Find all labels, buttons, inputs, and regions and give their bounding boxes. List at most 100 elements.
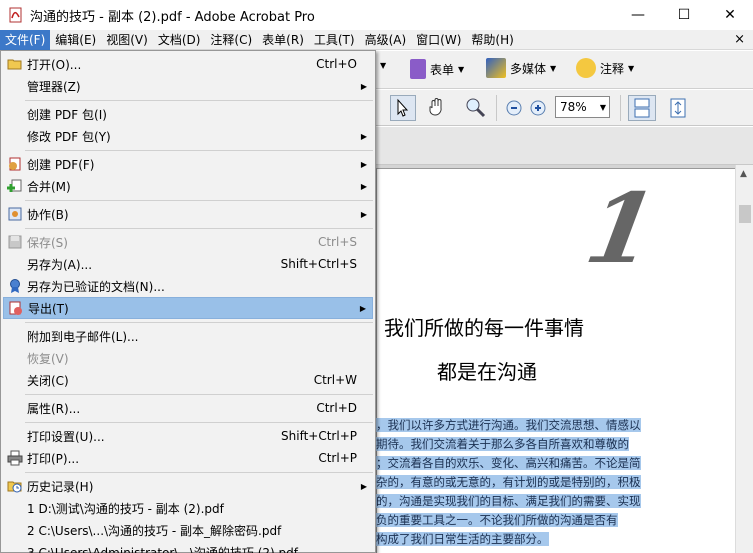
multimedia-button[interactable]: 多媒体 ▼	[486, 58, 556, 78]
history-clock-icon	[7, 478, 23, 494]
multimedia-label: 多媒体	[510, 61, 547, 76]
menu-item-print-setup[interactable]: 打印设置(U)... Shift+Ctrl+P	[3, 425, 373, 447]
comment-icon	[576, 58, 596, 78]
menu-item-properties[interactable]: 属性(R)... Ctrl+D	[3, 397, 373, 419]
text-line: 的，沟通是实现我们的目标、满足我们的需要、实现	[376, 494, 641, 508]
menu-file[interactable]: 文件(F)	[0, 29, 51, 50]
file-menu-dropdown: 打开(O)... Ctrl+O 管理器(Z) ▶ 创建 PDF 包(I) 修改 …	[0, 50, 376, 553]
toolbar-divider	[496, 95, 497, 121]
menu-item-save-as-certified[interactable]: 另存为已验证的文档(N)...	[3, 275, 373, 297]
window-title: 沟通的技巧 - 副本 (2).pdf - Adobe Acrobat Pro	[30, 9, 315, 25]
combine-icon	[7, 178, 23, 194]
forms-label: 表单	[430, 62, 455, 77]
menu-item-combine[interactable]: 合并(M) ▶	[3, 175, 373, 197]
menu-item-revert[interactable]: 恢复(V)	[3, 347, 373, 369]
menu-item-export[interactable]: 导出(T) ▶	[3, 297, 373, 319]
menu-window[interactable]: 窗口(W)	[411, 30, 466, 50]
text-line: 构成了我们日常生活的主要部分。	[376, 532, 549, 546]
menu-tools[interactable]: 工具(T)	[309, 30, 360, 50]
document-tab-strip	[376, 127, 753, 165]
zoom-in-button[interactable]	[530, 100, 546, 116]
close-icon: ✕	[724, 7, 736, 23]
comment-button[interactable]: 注释 ▼	[576, 58, 634, 78]
forms-button[interactable]: 表单 ▼	[410, 59, 464, 79]
menu-edit[interactable]: 编辑(E)	[50, 30, 101, 50]
menu-item-recent-file-2[interactable]: 2 C:\Users\...\沟通的技巧 - 副本_解除密码.pdf	[3, 519, 373, 541]
menu-separator	[25, 150, 373, 151]
submenu-arrow-icon: ▶	[360, 131, 367, 141]
chevron-down-icon: ▼	[380, 61, 387, 70]
menu-item-history[interactable]: 历史记录(H) ▶	[3, 475, 373, 497]
scrolling-mode-button[interactable]	[628, 95, 656, 121]
submenu-arrow-icon: ▶	[360, 159, 367, 169]
menu-separator	[25, 422, 373, 423]
acrobat-pdf-icon	[8, 7, 24, 23]
menu-forms[interactable]: 表单(R)	[257, 30, 309, 50]
chevron-down-icon: ▼	[550, 63, 557, 73]
menu-document[interactable]: 文档(D)	[153, 30, 206, 50]
zoom-level-select[interactable]: 78% ▼	[555, 96, 610, 118]
fit-page-button[interactable]	[668, 97, 688, 119]
folder-open-icon	[7, 56, 23, 72]
menu-help[interactable]: 帮助(H)	[466, 30, 518, 50]
menu-item-recent-file-1[interactable]: 1 D:\测试\沟通的技巧 - 副本 (2).pdf	[3, 497, 373, 519]
menu-separator	[25, 472, 373, 473]
minimize-icon: —	[631, 7, 645, 23]
scroll-up-icon[interactable]: ▲	[740, 169, 747, 179]
document-paragraph[interactable]: ，我们以许多方式进行沟通。我们交流思想、情感以 期待。我们交流着关于那么多各自所…	[376, 416, 656, 549]
chevron-down-icon: ▼	[458, 64, 465, 74]
printer-icon	[7, 450, 23, 466]
document-heading-1: 我们所做的每一件事情	[384, 316, 584, 340]
menu-item-attach-email[interactable]: 附加到电子邮件(L)...	[3, 325, 373, 347]
close-button[interactable]: ✕	[707, 0, 753, 30]
text-line: ，我们以许多方式进行沟通。我们交流思想、情感以	[376, 418, 641, 432]
title-bar: 沟通的技巧 - 副本 (2).pdf - Adobe Acrobat Pro —…	[0, 0, 753, 30]
menu-item-recent-file-3[interactable]: 3 C:\Users\Administrator\...\沟通的技巧 (2).p…	[3, 541, 373, 553]
menu-item-collaborate[interactable]: 协作(B) ▶	[3, 203, 373, 225]
maximize-button[interactable]: ☐	[661, 0, 707, 30]
toolbar-divider	[620, 95, 621, 121]
submenu-arrow-icon: ▶	[360, 181, 367, 191]
export-icon	[8, 300, 24, 316]
scrollbar-thumb[interactable]	[739, 205, 751, 223]
menu-item-open[interactable]: 打开(O)... Ctrl+O	[3, 53, 373, 75]
menu-item-save-as[interactable]: 另存为(A)... Shift+Ctrl+S	[3, 253, 373, 275]
save-icon	[7, 234, 23, 250]
submenu-arrow-icon: ▶	[359, 303, 366, 313]
comment-label: 注释	[600, 61, 625, 76]
zoom-out-button[interactable]	[506, 100, 522, 116]
maximize-icon: ☐	[677, 7, 691, 23]
menu-item-print[interactable]: 打印(P)... Ctrl+P	[3, 447, 373, 469]
chevron-down-icon: ▼	[599, 102, 606, 112]
menu-item-create-pdf-package[interactable]: 创建 PDF 包(I)	[3, 103, 373, 125]
menu-separator	[25, 394, 373, 395]
multimedia-icon	[486, 58, 506, 78]
hand-tool-button[interactable]	[426, 96, 448, 118]
menu-separator	[25, 200, 373, 201]
menu-view[interactable]: 视图(V)	[101, 30, 153, 50]
menu-item-organizer[interactable]: 管理器(Z) ▶	[3, 75, 373, 97]
magnifier-icon	[466, 98, 486, 118]
hidden-dropdown-button[interactable]: ▼	[376, 61, 386, 70]
certified-ribbon-icon	[7, 278, 23, 294]
chevron-down-icon: ▼	[628, 63, 635, 73]
menu-item-close[interactable]: 关闭(C) Ctrl+W	[3, 369, 373, 391]
menu-item-save[interactable]: 保存(S) Ctrl+S	[3, 231, 373, 253]
text-line: ；交流着各自的欢乐、变化、高兴和痛苦。不论是简	[376, 456, 641, 470]
collaborate-icon	[7, 206, 23, 222]
close-document-icon[interactable]: ×	[734, 32, 745, 47]
menu-item-create-pdf[interactable]: 创建 PDF(F) ▶	[3, 153, 373, 175]
menu-comments[interactable]: 注释(C)	[205, 30, 257, 50]
menu-item-modify-pdf-package[interactable]: 修改 PDF 包(Y) ▶	[3, 125, 373, 147]
minimize-button[interactable]: —	[615, 0, 661, 30]
zoom-out-icon	[506, 100, 522, 116]
zoom-level-value: 78%	[560, 100, 587, 114]
zoom-tool-button[interactable]	[464, 96, 488, 118]
menu-advanced[interactable]: 高级(A)	[360, 30, 412, 50]
submenu-arrow-icon: ▶	[360, 481, 367, 491]
select-tool-button[interactable]	[390, 95, 416, 121]
submenu-arrow-icon: ▶	[360, 81, 367, 91]
fit-page-icon	[670, 98, 686, 118]
menu-separator	[25, 100, 373, 101]
vertical-scrollbar[interactable]: ▲	[735, 165, 753, 553]
